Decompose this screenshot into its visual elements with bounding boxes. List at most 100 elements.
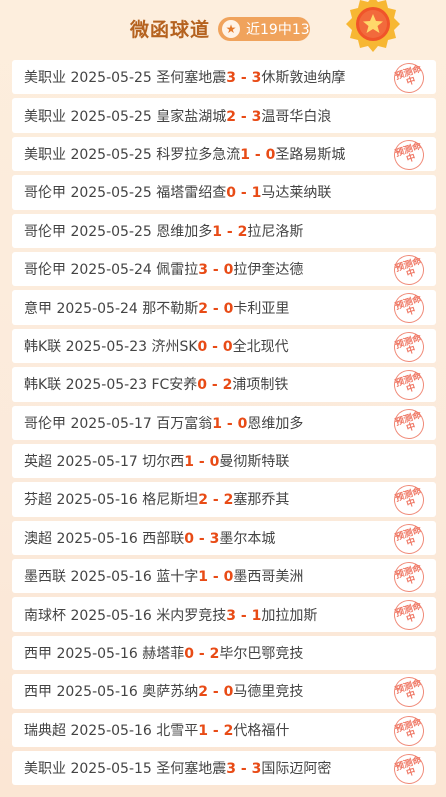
- away-team: 塞那乔其: [233, 492, 290, 509]
- away-team: 国际迈阿密: [261, 761, 332, 778]
- match-row-19[interactable]: 美职业 2025-05-15 圣何塞地震3 - 3国际迈阿密 预测命中: [12, 750, 436, 788]
- match-date: 2025-05-24: [70, 262, 152, 279]
- match-row-9[interactable]: 韩K联 2025-05-23 FC安养0 - 2浦项制铁 预测命中: [12, 366, 436, 405]
- hit-stamp-icon: 预测命中: [390, 404, 428, 443]
- match-row-15[interactable]: 南球杯 2025-05-16 米内罗竞技3 - 1加拉加斯 预测命中: [12, 596, 436, 635]
- home-team: 百万富翁: [156, 415, 213, 432]
- match-row-14[interactable]: 墨西联 2025-05-16 蓝十字1 - 0墨西哥美洲 预测命中: [12, 558, 436, 596]
- match-list: 美职业 2025-05-25 圣何塞地震3 - 3休斯敦迪纳摩 预测命中 美职业…: [12, 59, 436, 789]
- home-team: 蓝十字: [156, 569, 199, 586]
- hit-stamp-icon: 预测命中: [390, 558, 428, 596]
- record-badge: ★ 近19中13: [218, 17, 310, 41]
- home-team: FC安养: [151, 377, 198, 394]
- score-separator: -: [208, 569, 224, 586]
- match-date: 2025-05-25: [70, 146, 152, 163]
- away-team: 圣路易斯城: [275, 146, 346, 163]
- match-row-2[interactable]: 美职业 2025-05-25 皇家盐湖城2 - 3温哥华白浪: [12, 98, 436, 133]
- home-score: 1: [212, 223, 223, 240]
- match-row-4[interactable]: 哥伦甲 2025-05-25 福塔雷绍查0 - 1马达莱纳联: [12, 175, 436, 210]
- score-separator: -: [208, 262, 224, 279]
- league-label: 哥伦甲: [24, 223, 66, 240]
- score-separator: -: [194, 530, 210, 547]
- home-team: 济州SK: [151, 338, 198, 355]
- score-separator: -: [236, 70, 252, 87]
- league-label: 美职业: [24, 108, 66, 125]
- league-label: 美职业: [24, 146, 66, 163]
- score-separator: -: [236, 761, 252, 778]
- home-score: 0: [184, 530, 195, 547]
- match-row-12[interactable]: 芬超 2025-05-16 格尼斯坦2 - 2塞那乔其 预测命中: [12, 481, 436, 520]
- score-separator: -: [250, 146, 266, 163]
- league-label: 哥伦甲: [24, 415, 66, 432]
- home-team: 皇家盐湖城: [156, 108, 227, 125]
- league-label: 澳超: [24, 530, 52, 547]
- away-team: 代格福什: [233, 722, 290, 739]
- league-label: 墨西联: [24, 569, 66, 586]
- away-team: 加拉加斯: [261, 607, 318, 624]
- away-score: 2: [223, 722, 234, 739]
- score-separator: -: [222, 415, 238, 432]
- score-separator: -: [236, 185, 252, 202]
- match-row-10[interactable]: 哥伦甲 2025-05-17 百万富翁1 - 0恩维加多 预测命中: [12, 404, 436, 443]
- away-score: 0: [237, 415, 248, 432]
- home-score: 2: [198, 492, 209, 509]
- match-text: 澳超 2025-05-16 西部联0 - 3墨尔本城: [12, 528, 275, 548]
- away-score: 0: [209, 454, 220, 471]
- match-row-18[interactable]: 瑞典超 2025-05-16 北雪平1 - 2代格福什 预测命中: [12, 711, 436, 750]
- league-label: 韩K联: [24, 377, 62, 394]
- away-score: 0: [223, 262, 234, 279]
- match-date: 2025-05-16: [56, 684, 138, 701]
- score-separator: -: [208, 684, 224, 701]
- match-row-6[interactable]: 哥伦甲 2025-05-24 佩雷拉3 - 0拉伊奎达德 预测命中: [12, 251, 436, 289]
- match-row-7[interactable]: 意甲 2025-05-24 那不勒斯2 - 0卡利亚里 预测命中: [12, 289, 436, 328]
- league-label: 美职业: [24, 761, 66, 778]
- home-score: 1: [184, 454, 195, 471]
- home-score: 0: [226, 185, 237, 202]
- hit-stamp-icon: 预测命中: [390, 596, 428, 635]
- away-score: 1: [251, 607, 262, 624]
- match-text: 美职业 2025-05-25 科罗拉多急流1 - 0圣路易斯城: [12, 144, 345, 164]
- home-score: 3: [198, 262, 209, 279]
- match-row-11[interactable]: 英超 2025-05-17 切尔西1 - 0曼彻斯特联: [12, 443, 436, 479]
- hit-stamp-icon: 预测命中: [390, 366, 428, 405]
- match-text: 瑞典超 2025-05-16 北雪平1 - 2代格福什: [12, 720, 289, 740]
- home-score: 0: [197, 377, 208, 394]
- hit-stamp-icon: 预测命中: [390, 519, 428, 558]
- away-score: 2: [209, 646, 220, 663]
- score-separator: -: [222, 223, 238, 240]
- away-score: 3: [251, 70, 262, 87]
- match-row-8[interactable]: 韩K联 2025-05-23 济州SK0 - 0全北现代 预测命中: [12, 327, 436, 366]
- away-team: 墨西哥美洲: [233, 569, 304, 586]
- match-date: 2025-05-17: [70, 415, 152, 432]
- hit-stamp-icon: 预测命中: [390, 251, 428, 289]
- home-team: 奥萨苏纳: [142, 684, 199, 701]
- home-score: 2: [198, 300, 209, 317]
- home-team: 米内罗竞技: [156, 607, 227, 624]
- league-label: 西甲: [24, 646, 52, 663]
- match-row-16[interactable]: 西甲 2025-05-16 赫塔菲0 - 2毕尔巴鄂竞技: [12, 635, 436, 671]
- match-date: 2025-05-23: [65, 338, 148, 355]
- hit-stamp-icon: 预测命中: [390, 135, 428, 174]
- match-date: 2025-05-17: [56, 454, 138, 471]
- score-separator: -: [207, 377, 223, 394]
- match-text: 南球杯 2025-05-16 米内罗竞技3 - 1加拉加斯: [12, 605, 317, 625]
- match-row-5[interactable]: 哥伦甲 2025-05-25 恩维加多1 - 2拉尼洛斯: [12, 213, 436, 248]
- league-label: 哥伦甲: [24, 262, 66, 279]
- match-date: 2025-05-24: [56, 300, 138, 317]
- match-text: 美职业 2025-05-25 圣何塞地震3 - 3休斯敦迪纳摩: [12, 67, 345, 87]
- match-text: 哥伦甲 2025-05-25 恩维加多1 - 2拉尼洛斯: [12, 221, 303, 241]
- medal-icon: [346, 0, 400, 52]
- home-score: 2: [226, 108, 237, 125]
- match-text: 韩K联 2025-05-23 FC安养0 - 2浦项制铁: [12, 374, 288, 394]
- match-row-3[interactable]: 美职业 2025-05-25 科罗拉多急流1 - 0圣路易斯城 预测命中: [12, 135, 436, 174]
- match-date: 2025-05-16: [56, 492, 138, 509]
- away-score: 3: [251, 108, 262, 125]
- match-text: 美职业 2025-05-15 圣何塞地震3 - 3国际迈阿密: [12, 758, 331, 778]
- away-score: 0: [223, 684, 234, 701]
- match-row-17[interactable]: 西甲 2025-05-16 奥萨苏纳2 - 0马德里竞技 预测命中: [12, 673, 436, 712]
- hit-stamp-icon: 预测命中: [390, 750, 428, 788]
- score-separator: -: [236, 607, 252, 624]
- match-row-13[interactable]: 澳超 2025-05-16 西部联0 - 3墨尔本城 预测命中: [12, 519, 436, 558]
- home-score: 1: [198, 569, 209, 586]
- match-row-1[interactable]: 美职业 2025-05-25 圣何塞地震3 - 3休斯敦迪纳摩 预测命中: [12, 59, 436, 97]
